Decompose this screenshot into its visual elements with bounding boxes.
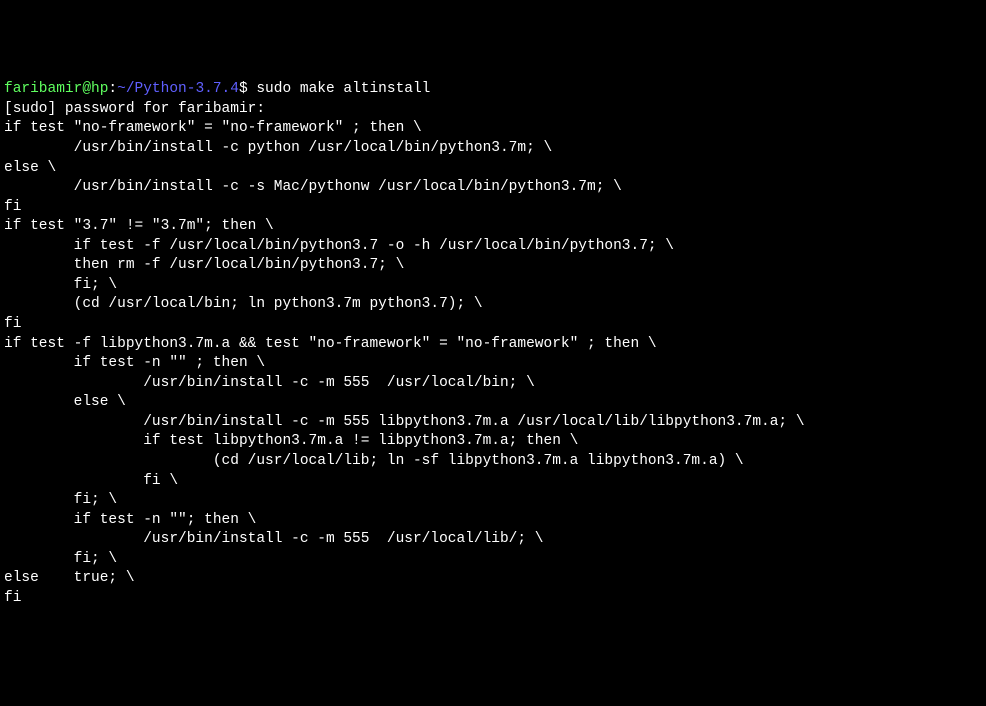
output-line: /usr/bin/install -c -m 555 /usr/local/li… [4,530,982,550]
output-line: [sudo] password for faribamir: [4,100,982,120]
output-line: (cd /usr/local/bin; ln python3.7m python… [4,295,982,315]
output-line: else \ [4,159,982,179]
output-line: /usr/bin/install -c python /usr/local/bi… [4,139,982,159]
output-line: fi [4,315,982,335]
output-line: if test "no-framework" = "no-framework" … [4,119,982,139]
output-line: (cd /usr/local/lib; ln -sf libpython3.7m… [4,452,982,472]
output-line: if test -f /usr/local/bin/python3.7 -o -… [4,237,982,257]
output-line: if test libpython3.7m.a != libpython3.7m… [4,432,982,452]
prompt-colon: : [108,81,117,97]
prompt-path: ~/Python-3.7.4 [117,81,239,97]
output-line: fi; \ [4,550,982,570]
prompt-user: faribamir@hp [4,81,108,97]
output-line: fi \ [4,472,982,492]
output-line: /usr/bin/install -c -m 555 /usr/local/bi… [4,374,982,394]
output-line: if test "3.7" != "3.7m"; then \ [4,217,982,237]
output-line: if test -n "" ; then \ [4,354,982,374]
terminal-output[interactable]: faribamir@hp:~/Python-3.7.4$ sudo make a… [4,80,982,608]
output-line: else true; \ [4,569,982,589]
output-line: if test -n ""; then \ [4,511,982,531]
output-line: if test -f libpython3.7m.a && test "no-f… [4,335,982,355]
output-line: then rm -f /usr/local/bin/python3.7; \ [4,256,982,276]
output-line: /usr/bin/install -c -m 555 libpython3.7m… [4,413,982,433]
output-line: fi; \ [4,491,982,511]
output-line: fi; \ [4,276,982,296]
output-line: else \ [4,393,982,413]
prompt-dollar: $ [239,81,256,97]
output-line: fi [4,198,982,218]
output-line: /usr/bin/install -c -s Mac/pythonw /usr/… [4,178,982,198]
prompt-line: faribamir@hp:~/Python-3.7.4$ sudo make a… [4,80,982,100]
command-text: sudo make altinstall [256,81,430,97]
output-line: fi [4,589,982,609]
